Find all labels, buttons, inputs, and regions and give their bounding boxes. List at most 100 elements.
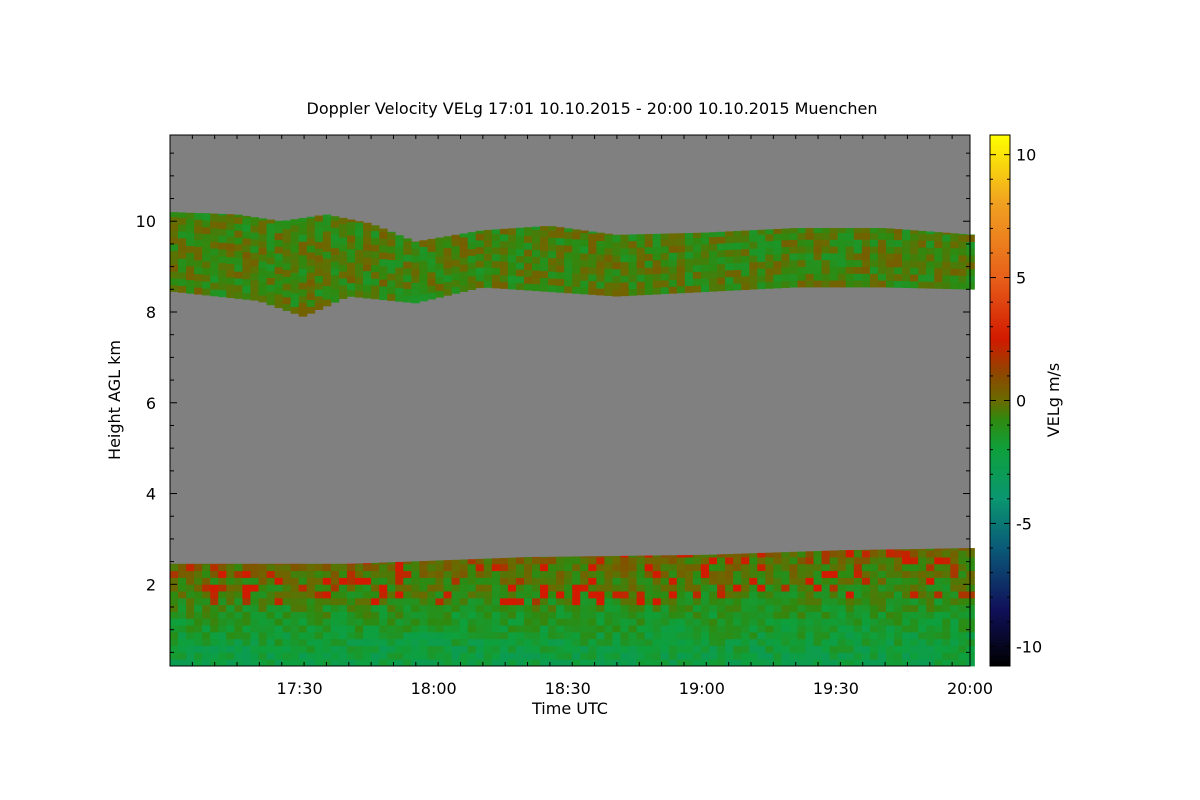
heatmap-cell <box>676 245 686 253</box>
heatmap-cell <box>540 631 549 640</box>
heatmap-cell <box>588 287 597 295</box>
heatmap-cell <box>708 270 718 278</box>
heatmap-cell <box>483 260 493 268</box>
heatmap-cell <box>491 240 501 248</box>
heatmap-cell <box>660 597 670 606</box>
heatmap-cell <box>636 254 646 262</box>
heatmap-cell <box>652 273 662 281</box>
heatmap-cell <box>652 659 662 667</box>
heatmap-cell <box>950 241 959 249</box>
heatmap-cell <box>692 645 702 653</box>
heatmap-cell <box>274 225 284 234</box>
heatmap-cell <box>346 577 356 585</box>
heatmap-cell <box>733 577 742 585</box>
heatmap-cell <box>765 625 774 633</box>
heatmap-cell <box>861 577 871 585</box>
heatmap-cell <box>604 570 613 578</box>
heatmap-cell <box>322 244 332 252</box>
heatmap-cell <box>676 645 686 653</box>
heatmap-cell <box>926 260 935 269</box>
heatmap-cell <box>765 240 774 248</box>
heatmap-cell <box>290 597 300 606</box>
heatmap-cell <box>322 217 332 225</box>
heatmap-cell <box>725 269 734 278</box>
heatmap-cell <box>773 659 782 667</box>
heatmap-cell <box>443 631 452 640</box>
heatmap-cell <box>250 266 259 274</box>
heatmap-cell <box>853 228 863 233</box>
heatmap-cell <box>894 239 903 247</box>
heatmap-cell <box>684 638 694 646</box>
heatmap-cell <box>877 631 887 640</box>
heatmap-cell <box>942 618 951 626</box>
heatmap-cell <box>604 233 613 235</box>
heatmap-cell <box>652 604 662 612</box>
heatmap-cell <box>733 255 742 264</box>
heatmap-cell <box>298 631 308 640</box>
heatmap-cell <box>958 563 967 572</box>
heatmap-cell <box>636 591 646 599</box>
heatmap-cell <box>926 618 935 626</box>
heatmap-cell <box>540 257 549 265</box>
heatmap-cell <box>837 563 847 572</box>
heatmap-cell <box>322 625 332 633</box>
heatmap-cell <box>580 253 589 261</box>
heatmap-cell <box>894 638 903 646</box>
heatmap-cell <box>266 631 275 640</box>
heatmap-cell <box>692 278 702 286</box>
heatmap-cell <box>210 638 219 646</box>
heatmap-cell <box>363 570 372 578</box>
colorbar-tick-label: -5 <box>1016 514 1032 533</box>
heatmap-cell <box>676 618 686 626</box>
heatmap-cell <box>467 631 477 640</box>
heatmap-cell <box>966 584 975 592</box>
heatmap-cell <box>475 618 485 626</box>
heatmap-cell <box>226 611 235 619</box>
heatmap-cell <box>459 597 469 606</box>
heatmap-cell <box>322 251 332 259</box>
heatmap-cell <box>829 591 839 599</box>
heatmap-cell <box>202 274 211 282</box>
heatmap-cell <box>966 638 975 646</box>
heatmap-cell <box>226 625 235 633</box>
heatmap-cell <box>363 277 372 285</box>
heatmap-cell <box>950 275 959 283</box>
heatmap-cell <box>572 286 581 294</box>
heatmap-cell <box>789 557 798 565</box>
heatmap-cell <box>443 611 452 619</box>
heatmap-cell <box>596 584 605 592</box>
heatmap-cell <box>894 550 903 558</box>
heatmap-cell <box>741 570 750 578</box>
heatmap-cell <box>523 262 533 271</box>
heatmap-cell <box>548 604 557 612</box>
heatmap-cell <box>958 645 967 653</box>
heatmap-cell <box>355 631 364 640</box>
heatmap-cell <box>355 269 364 278</box>
heatmap-cell <box>226 229 235 237</box>
heatmap-cell <box>507 577 517 585</box>
heatmap-cell <box>837 652 847 660</box>
heatmap-cell <box>306 604 316 612</box>
heatmap-cell <box>459 271 469 279</box>
heatmap-cell <box>958 557 967 565</box>
heatmap-cell <box>491 652 501 660</box>
heatmap-cell <box>411 591 420 599</box>
heatmap-cell <box>773 611 782 619</box>
heatmap-cell <box>403 645 412 653</box>
heatmap-cell <box>757 254 766 262</box>
heatmap-cell <box>700 611 710 619</box>
heatmap-cell <box>338 244 348 252</box>
heatmap-cell <box>250 279 259 287</box>
heatmap-cell <box>853 631 863 640</box>
heatmap-cell <box>532 584 541 592</box>
heatmap-cell <box>395 260 404 268</box>
heatmap-cell <box>918 260 927 268</box>
heatmap-cell <box>781 563 790 572</box>
heatmap-cell <box>572 279 581 287</box>
heatmap-cell <box>757 631 766 640</box>
heatmap-cell <box>459 631 469 640</box>
heatmap-cell <box>934 631 943 640</box>
heatmap-cell <box>419 584 428 592</box>
heatmap-cell <box>194 625 203 633</box>
heatmap-cell <box>218 652 227 660</box>
